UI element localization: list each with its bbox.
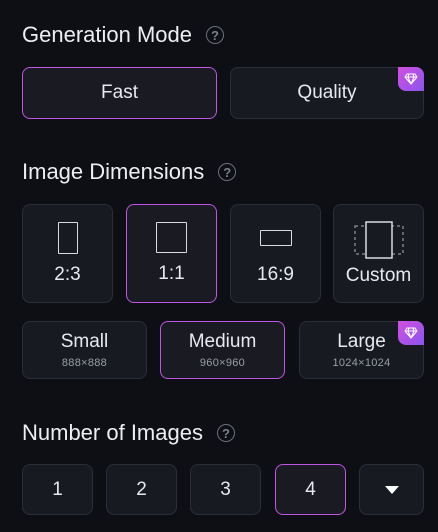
generation-mode-title: Generation Mode ? xyxy=(22,22,224,48)
size-large-button[interactable]: Large 1024×1024 xyxy=(299,321,424,379)
ratio-label: 2:3 xyxy=(54,263,81,285)
square-ratio-icon xyxy=(156,222,187,253)
count-label: 2 xyxy=(136,478,147,500)
mode-quality-label: Quality xyxy=(297,82,357,103)
ratio-16-9-button[interactable]: 16:9 xyxy=(230,204,321,303)
ratio-2-3-button[interactable]: 2:3 xyxy=(22,204,113,303)
size-small-button[interactable]: Small 888×888 xyxy=(22,321,147,379)
image-dimensions-label: Image Dimensions xyxy=(22,159,205,184)
help-icon[interactable]: ? xyxy=(206,26,224,44)
count-label: 1 xyxy=(52,478,63,500)
landscape-ratio-icon xyxy=(259,229,292,246)
caret-down-icon xyxy=(384,485,399,494)
help-icon[interactable]: ? xyxy=(216,424,235,442)
custom-ratio-icon xyxy=(353,220,404,259)
mode-fast-button[interactable]: Fast xyxy=(22,67,217,119)
count-1-button[interactable]: 1 xyxy=(22,464,93,515)
help-icon[interactable]: ? xyxy=(218,163,237,181)
count-label: 3 xyxy=(220,478,231,500)
number-of-images-title: Number of Images ? xyxy=(22,420,235,446)
size-dims: 888×888 xyxy=(61,357,108,369)
size-medium-button[interactable]: Medium 960×960 xyxy=(160,321,285,379)
size-label: Medium xyxy=(188,331,257,352)
size-label: Small xyxy=(60,331,109,352)
mode-quality-button[interactable]: Quality xyxy=(230,67,424,119)
ratio-1-1-button[interactable]: 1:1 xyxy=(126,204,217,303)
count-label: 4 xyxy=(305,478,316,500)
ratio-custom-button[interactable]: Custom xyxy=(333,204,424,303)
count-3-button[interactable]: 3 xyxy=(190,464,261,515)
ratio-label: Custom xyxy=(345,264,412,286)
size-dims: 960×960 xyxy=(199,357,246,369)
mode-fast-label: Fast xyxy=(101,82,138,103)
ratio-label: 1:1 xyxy=(158,263,185,284)
ratio-label: 16:9 xyxy=(257,263,294,285)
size-label: Large xyxy=(337,331,386,352)
portrait-ratio-icon xyxy=(57,221,78,254)
count-4-button[interactable]: 4 xyxy=(275,464,346,515)
count-2-button[interactable]: 2 xyxy=(106,464,177,515)
generation-mode-label: Generation Mode xyxy=(22,22,192,47)
image-dimensions-title: Image Dimensions ? xyxy=(22,159,237,185)
premium-diamond-icon xyxy=(398,321,424,345)
premium-diamond-icon xyxy=(398,67,424,91)
more-count-button[interactable] xyxy=(359,464,424,515)
number-of-images-label: Number of Images xyxy=(22,420,203,445)
size-dims: 1024×1024 xyxy=(332,357,391,369)
